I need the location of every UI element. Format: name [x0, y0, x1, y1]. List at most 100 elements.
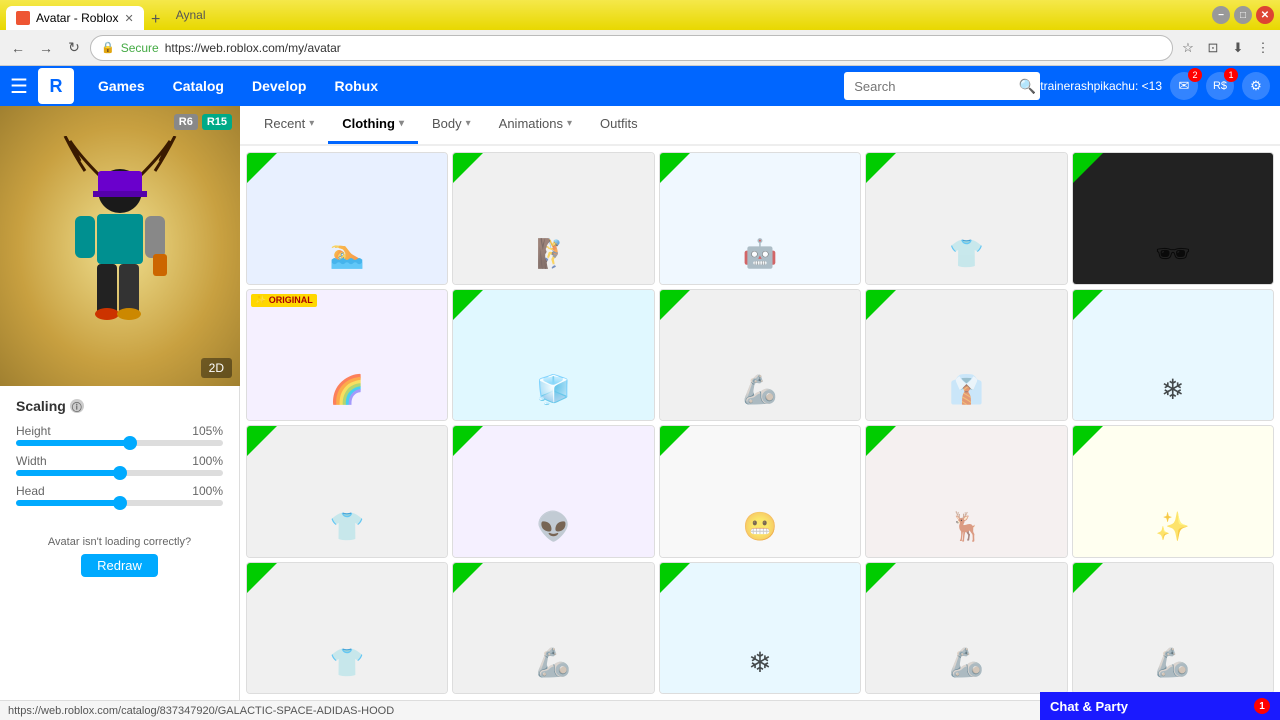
new-badge — [866, 153, 896, 183]
develop-link[interactable]: Develop — [238, 66, 320, 106]
width-slider-thumb[interactable] — [113, 466, 127, 480]
tab-animations[interactable]: Animations ▾ — [485, 106, 586, 144]
new-tab-button[interactable]: + — [144, 10, 168, 30]
scaling-section: Scaling ⓘ Height 105% Width 100% — [0, 386, 239, 526]
item-image: 👕 — [866, 153, 1066, 285]
secure-label: Secure — [121, 41, 159, 55]
item-card[interactable]: 🧊 ICE ICE ICE ICE II... — [452, 289, 654, 422]
tab-body-arrow: ▾ — [466, 118, 471, 129]
robux-button[interactable]: R$ 1 — [1206, 72, 1234, 100]
2d-button[interactable]: 2D — [201, 358, 232, 378]
tab-clothing[interactable]: Clothing ▾ — [328, 106, 418, 144]
new-badge — [453, 563, 483, 593]
item-art: 😬 — [743, 510, 778, 543]
close-tab-button[interactable]: ✕ — [124, 12, 133, 25]
item-image: 🤖 — [660, 153, 860, 285]
new-badge — [453, 426, 483, 456]
item-card[interactable]: ✨ □□□□Shiny G... — [1072, 425, 1274, 558]
item-card[interactable]: 👽 Purple Alien — [452, 425, 654, 558]
item-art: 🕶 — [1155, 237, 1191, 270]
info-icon[interactable]: ⓘ — [70, 399, 84, 413]
item-card[interactable]: 🏊 Ninja Swim — [246, 152, 448, 285]
tab-outfits[interactable]: Outfits — [586, 106, 652, 144]
user-indicator-title: Aynal — [176, 8, 206, 22]
roblox-logo[interactable]: R — [38, 68, 74, 104]
head-slider-thumb[interactable] — [113, 496, 127, 510]
item-art: 🧗 — [536, 237, 571, 270]
original-badge: ✨ ORIGINAL — [251, 294, 317, 307]
width-label: Width — [16, 454, 47, 468]
hamburger-button[interactable]: ☰ — [10, 74, 28, 99]
window-title-text: Aynal — [168, 8, 1212, 22]
screenshot-button[interactable]: ⊡ — [1202, 37, 1224, 59]
avatar-figure — [45, 136, 195, 356]
new-badge — [866, 426, 896, 456]
close-window-button[interactable]: ✕ — [1256, 6, 1274, 24]
item-card[interactable]: 🦾 Korblox Mage L... — [865, 562, 1067, 695]
redraw-button[interactable]: Redraw — [81, 554, 158, 577]
messages-button[interactable]: ✉ 2 — [1170, 72, 1198, 100]
maximize-button[interactable]: □ — [1234, 6, 1252, 24]
address-input[interactable]: 🔒 Secure https://web.roblox.com/my/avata… — [90, 35, 1173, 61]
item-card[interactable]: 🦾 Korblox Mage R... — [659, 289, 861, 422]
download-button[interactable]: ⬇ — [1227, 37, 1249, 59]
tab-animations-label: Animations — [499, 116, 563, 131]
message-badge: 2 — [1188, 68, 1202, 82]
item-card[interactable]: ❄ Frost Guard Ge... — [1072, 289, 1274, 422]
tab-clothing-label: Clothing — [342, 116, 395, 131]
item-card[interactable]: 🧗 Ninja Climb — [452, 152, 654, 285]
catalog-link[interactable]: Catalog — [159, 66, 238, 106]
item-image: 🦾 — [453, 563, 653, 695]
nav-right: trainerashpikachu: <13 ✉ 2 R$ 1 ⚙ — [1040, 72, 1270, 100]
item-card[interactable]: 😬 Shiny Teeth — [659, 425, 861, 558]
height-value: 105% — [192, 424, 223, 438]
item-card[interactable]: ❄ Frost Guard Ge... — [659, 562, 861, 695]
item-card[interactable]: 👕 Roblox 2.0 Left ... — [246, 425, 448, 558]
menu-button[interactable]: ⋮ — [1252, 37, 1274, 59]
item-card[interactable]: 🦾 Roblox 2.0 Righ... — [452, 562, 654, 695]
new-badge — [247, 153, 277, 183]
bookmark-button[interactable]: ☆ — [1177, 37, 1199, 59]
item-card[interactable]: 👕 Roblox 2.0 Left ... — [246, 562, 448, 695]
forward-button[interactable]: → — [34, 36, 58, 60]
item-image: ✨ ORIGINAL 🌈 — [247, 290, 447, 422]
tab-body[interactable]: Body ▾ — [418, 106, 485, 144]
height-slider-thumb[interactable] — [123, 436, 137, 450]
lock-icon: 🔒 — [101, 41, 115, 54]
chat-party-bar[interactable]: Chat & Party 1 — [1040, 692, 1280, 720]
item-card[interactable]: 🕶 Snake Eyes — [1072, 152, 1274, 285]
nav-links: Games Catalog Develop Robux — [84, 66, 844, 106]
tab-area: Avatar - Roblox ✕ + — [6, 0, 168, 30]
browser-tab[interactable]: Avatar - Roblox ✕ — [6, 6, 144, 30]
item-card[interactable]: 👕 Roblox 2.0 Torso — [865, 152, 1067, 285]
head-label: Head — [16, 484, 45, 498]
robux-link[interactable]: Robux — [320, 66, 392, 106]
status-url: https://web.roblox.com/catalog/837347920… — [8, 705, 394, 717]
tab-recent[interactable]: Recent ▾ — [250, 106, 328, 144]
items-panel: Recent ▾ Clothing ▾ Body ▾ Animations ▾ … — [240, 106, 1280, 700]
item-art: ❄ — [748, 646, 771, 679]
item-card[interactable]: 🦌 Starry Rune Ant... — [865, 425, 1067, 558]
item-card[interactable]: 🦾 Korblox Mage R... — [1072, 562, 1274, 695]
item-image: ❄ — [660, 563, 860, 695]
new-badge — [1073, 426, 1103, 456]
tab-favicon — [16, 11, 30, 25]
reload-button[interactable]: ↻ — [62, 36, 86, 60]
item-image: 👕 — [247, 563, 447, 695]
item-image: 🦌 — [866, 426, 1066, 558]
url-text: https://web.roblox.com/my/avatar — [165, 41, 341, 55]
item-image: 🧊 — [453, 290, 653, 422]
search-button[interactable]: 🔍 — [1019, 78, 1036, 95]
settings-button[interactable]: ⚙ — [1242, 72, 1270, 100]
games-link[interactable]: Games — [84, 66, 159, 106]
item-card[interactable]: ✨ ORIGINAL 🌈 ORIGINAL ... — [246, 289, 448, 422]
back-button[interactable]: ← — [6, 36, 30, 60]
item-art: 🧊 — [536, 373, 571, 406]
tab-animations-arrow: ▾ — [567, 118, 572, 129]
minimize-button[interactable]: − — [1212, 6, 1230, 24]
search-input[interactable] — [844, 72, 1040, 100]
item-art: ❄ — [1161, 373, 1184, 406]
item-card[interactable]: 🤖 Korblox Mage T... — [659, 152, 861, 285]
item-card[interactable]: 👔 Roblox 2.0 Righ... — [865, 289, 1067, 422]
item-art: 🏊 — [330, 237, 365, 270]
